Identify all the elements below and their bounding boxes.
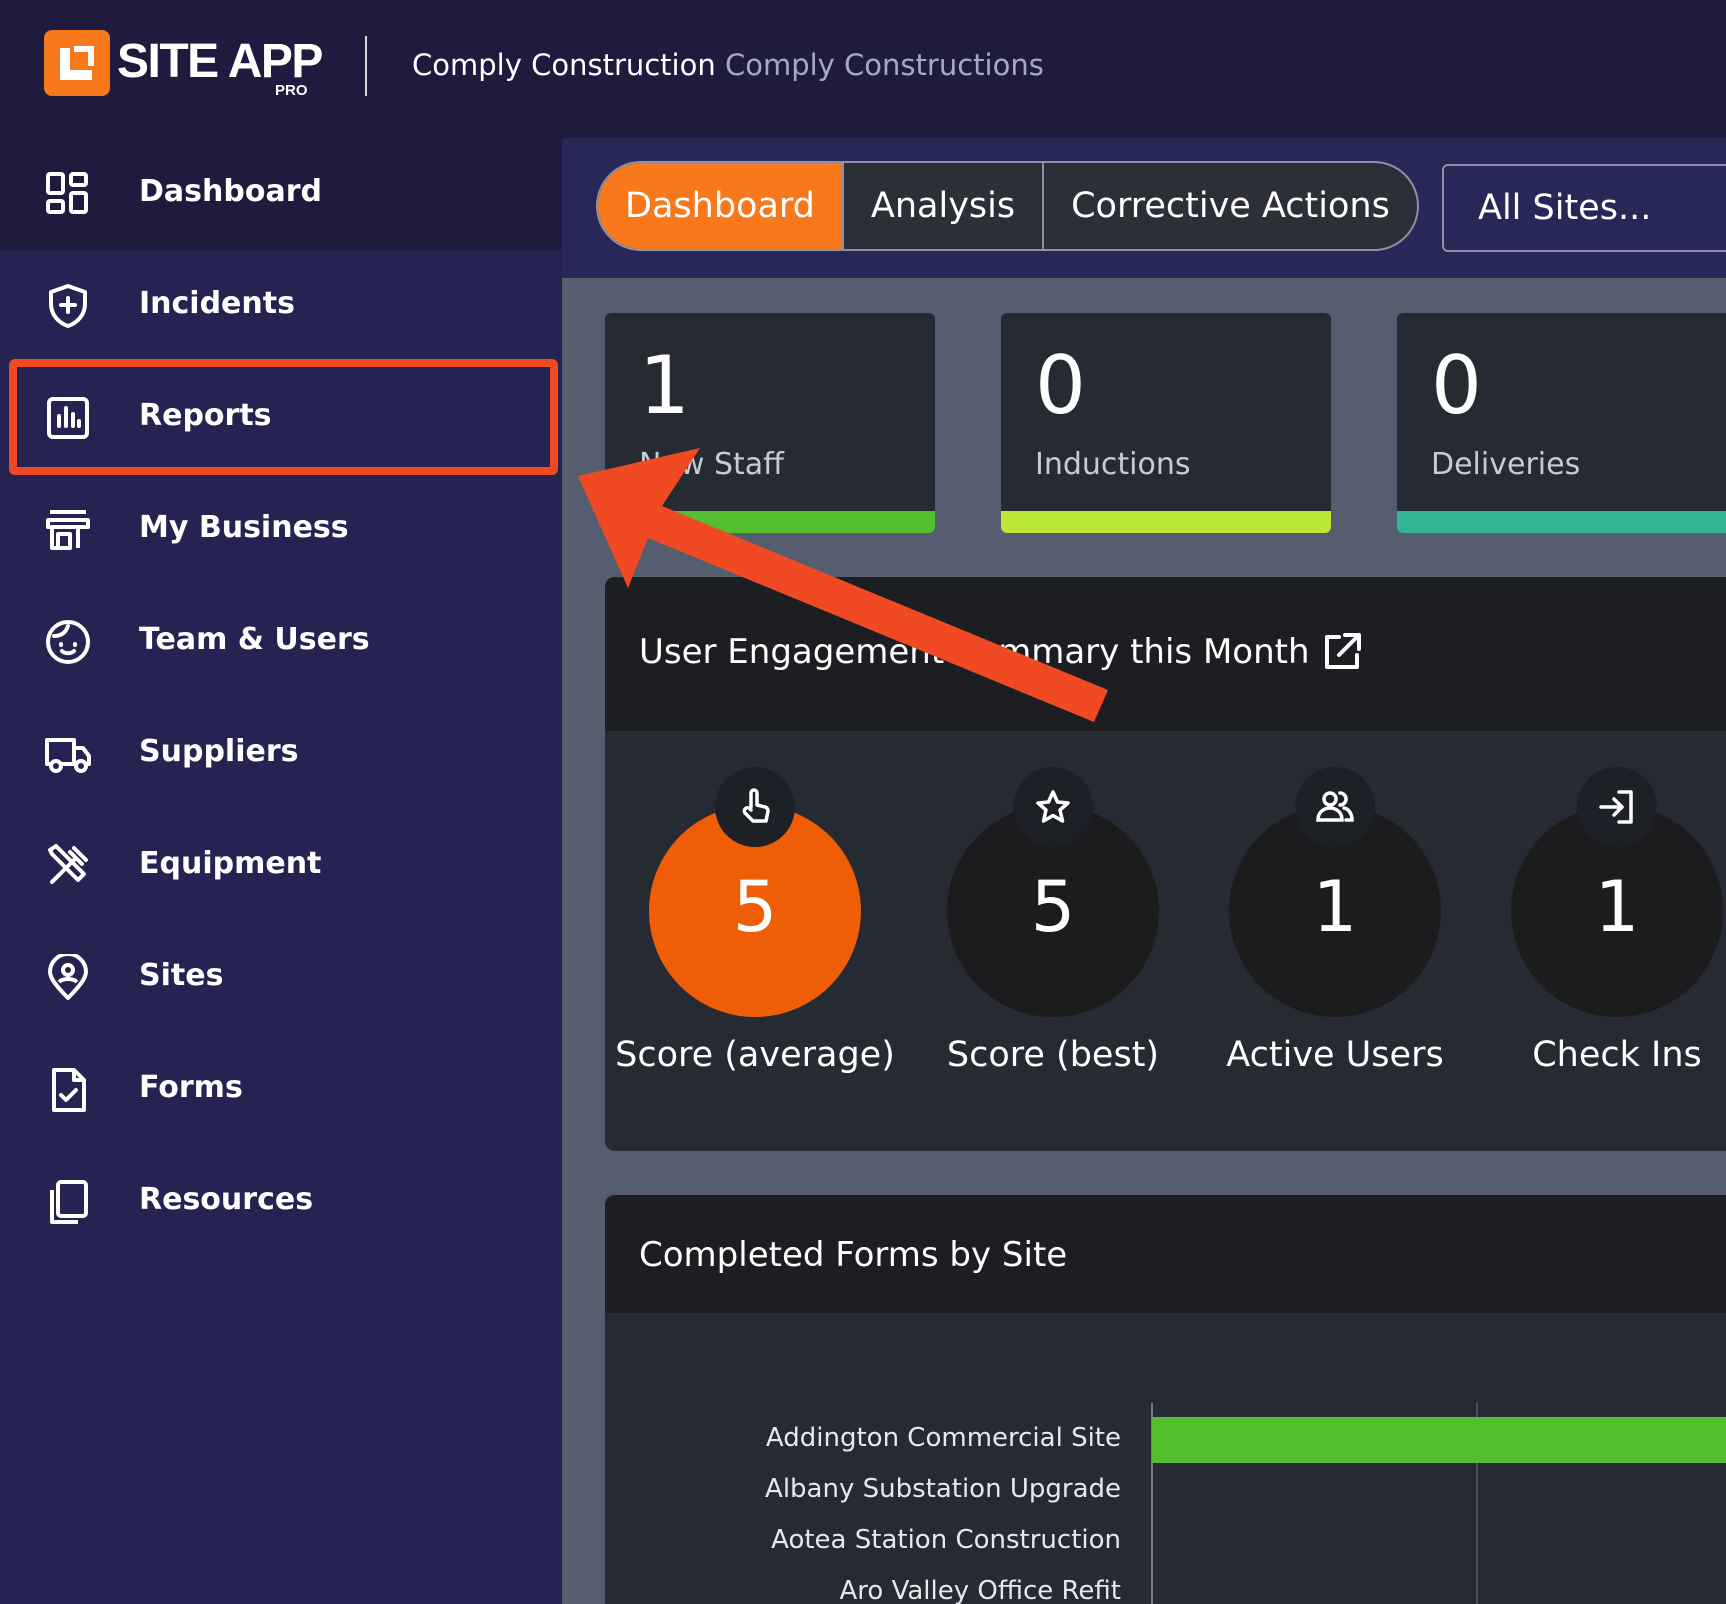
sidebar-item-label: Equipment (139, 846, 322, 881)
engagement-label: Score (average) (615, 1035, 895, 1075)
stat-color-bar (1001, 511, 1331, 533)
top-header: SITE APP PRO Comply Construction Comply … (0, 0, 1726, 138)
view-tabs: Dashboard Analysis Corrective Actions (596, 161, 1419, 251)
engagement-label: Check Ins (1532, 1035, 1702, 1075)
sidebar-item-forms[interactable]: Forms (0, 1034, 562, 1146)
company-secondary-name: Comply Constructions (724, 48, 1044, 82)
form-check-icon (52, 1068, 86, 1112)
engagement-value: 1 (1594, 866, 1640, 948)
engagement-value: 5 (732, 866, 778, 948)
shield-plus-icon (49, 284, 87, 328)
dashboard-grid-icon (46, 172, 88, 214)
stat-card-deliveries[interactable]: 0 Deliveries (1397, 313, 1726, 533)
sidebar-item-team-users[interactable]: Team & Users (0, 586, 562, 698)
header-divider (365, 36, 367, 96)
sidebar-item-label: Incidents (139, 286, 295, 321)
stat-value: 1 (639, 339, 690, 432)
tab-dashboard[interactable]: Dashboard (598, 163, 844, 249)
tab-analysis[interactable]: Analysis (844, 163, 1045, 249)
stat-card-inductions[interactable]: 0 Inductions (1001, 313, 1331, 533)
stat-value: 0 (1035, 339, 1086, 432)
check-in-icon (1577, 767, 1657, 847)
sidebar-item-label: Team & Users (139, 622, 370, 657)
company-name: Comply Construction Comply Constructions (412, 48, 1044, 82)
stat-label: Deliveries (1431, 447, 1581, 482)
completed-forms-chart (1151, 1403, 1726, 1604)
sidebar-item-sites[interactable]: Sites (0, 922, 562, 1034)
engagement-label: Score (best) (946, 1035, 1160, 1075)
site-filter-value: All Sites... (1478, 188, 1652, 228)
users-icon (1295, 767, 1375, 847)
sidebar: Dashboard Incidents Reports My Business … (0, 138, 562, 1604)
annotation-highlight-box (9, 359, 558, 475)
stat-color-bar (605, 511, 935, 533)
engagement-active-users: 1 Active Users (1185, 731, 1485, 1131)
engagement-value: 1 (1312, 866, 1358, 948)
engagement-score-average: 5 Score (average) (605, 731, 905, 1131)
stat-label: Inductions (1035, 447, 1191, 482)
sidebar-item-label: Forms (139, 1070, 243, 1105)
company-primary-name: Comply Construction (412, 48, 716, 82)
stat-color-bar (1397, 511, 1726, 533)
chart-bar[interactable] (1152, 1417, 1726, 1463)
tab-corrective-actions[interactable]: Corrective Actions (1044, 163, 1417, 249)
face-icon (46, 620, 90, 664)
engagement-check-ins: 1 Check Ins (1467, 731, 1726, 1131)
tools-icon (48, 844, 88, 884)
star-icon (1013, 767, 1093, 847)
completed-forms-panel: Completed Forms by Site Addington Commer… (605, 1195, 1726, 1604)
stat-value: 0 (1431, 339, 1482, 432)
engagement-value: 5 (1030, 866, 1076, 948)
sidebar-item-resources[interactable]: Resources (0, 1146, 562, 1258)
sidebar-item-label: My Business (139, 510, 349, 545)
sidebar-item-suppliers[interactable]: Suppliers (0, 698, 562, 810)
sidebar-item-label: Resources (139, 1182, 314, 1217)
sidebar-item-dashboard[interactable]: Dashboard (0, 138, 562, 250)
location-pin-icon (48, 954, 88, 1000)
sidebar-item-label: Suppliers (139, 734, 299, 769)
panel-header: User Engagement Summary this Month (605, 577, 1726, 731)
brand-tier: PRO (275, 82, 308, 99)
sidebar-item-label: Sites (139, 958, 224, 993)
sidebar-item-incidents[interactable]: Incidents (0, 250, 562, 362)
sidebar-item-my-business[interactable]: My Business (0, 474, 562, 586)
open-external-icon[interactable] (1319, 629, 1365, 675)
user-engagement-panel: User Engagement Summary this Month 5 Sco… (605, 577, 1726, 1151)
site-app-logo-icon[interactable] (44, 30, 110, 96)
truck-icon (45, 738, 91, 773)
site-filter-select[interactable]: All Sites... (1442, 164, 1726, 252)
storefront-icon (46, 510, 90, 550)
engagement-label: Active Users (1226, 1035, 1444, 1075)
sidebar-item-equipment[interactable]: Equipment (0, 810, 562, 922)
engagement-score-best: 5 Score (best) (903, 731, 1203, 1131)
tap-icon (715, 767, 795, 847)
sidebar-item-label: Dashboard (139, 174, 322, 209)
stat-label: New Staff (639, 447, 784, 482)
stat-card-new-staff[interactable]: 1 New Staff (605, 313, 935, 533)
panel-title: User Engagement Summary this Month (639, 632, 1310, 672)
copy-documents-icon (50, 1180, 88, 1224)
